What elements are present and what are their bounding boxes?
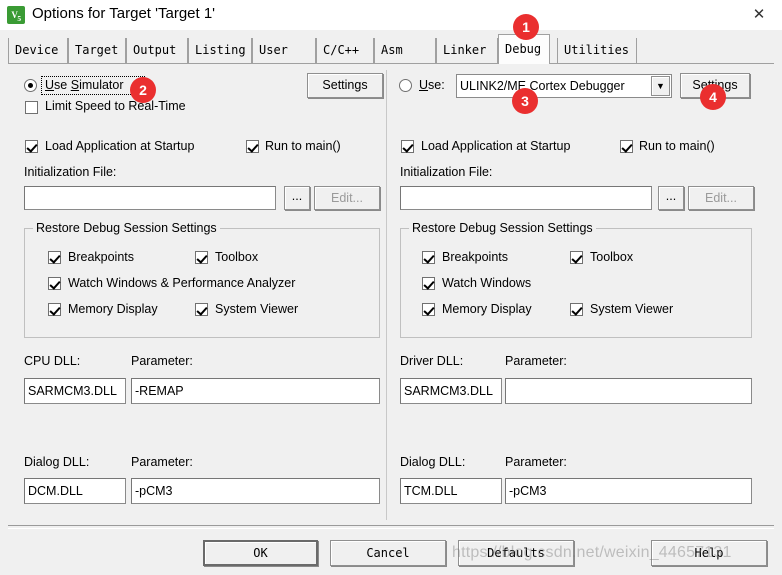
right-run-to-main-checkbox[interactable] — [620, 140, 633, 153]
title-bar: V5 Options for Target 'Target 1' ✕ — [0, 0, 782, 31]
left-dialog-param-label: Parameter: — [131, 455, 193, 469]
panel-divider — [386, 70, 387, 520]
cpu-param-label: Parameter: — [131, 354, 193, 368]
right-dialog-param-label: Parameter: — [505, 455, 567, 469]
left-dialog-dll-label: Dialog DLL: — [24, 455, 90, 469]
cpu-param-input[interactable]: -REMAP — [131, 378, 380, 404]
annotation-badge-4: 4 — [700, 84, 726, 110]
right-restore-system-viewer-label: System Viewer — [590, 302, 674, 316]
tab-device[interactable]: Device — [8, 38, 68, 63]
tab-utilities[interactable]: Utilities — [557, 38, 637, 63]
right-restore-watch-windows-label: Watch Windows — [442, 276, 532, 290]
right-load-app-label: Load Application at Startup — [421, 139, 571, 153]
annotation-badge-2: 2 — [130, 77, 156, 103]
right-load-app-checkbox[interactable] — [401, 140, 414, 153]
left-load-app-checkbox[interactable] — [25, 140, 38, 153]
watermark-text: https://blog.csdn.net/weixin_44657131 — [452, 544, 732, 561]
right-dialog-dll-input[interactable]: TCM.DLL — [400, 478, 502, 504]
chevron-down-icon[interactable]: ▼ — [651, 76, 670, 96]
limit-speed-label: Limit Speed to Real-Time — [45, 99, 186, 113]
left-restore-memory-display-label: Memory Display — [68, 302, 158, 316]
right-run-to-main-label: Run to main() — [639, 139, 715, 153]
right-restore-group-title: Restore Debug Session Settings — [409, 221, 596, 235]
left-run-to-main-label: Run to main() — [265, 139, 341, 153]
tab-listing[interactable]: Listing — [188, 38, 252, 63]
debugger-select[interactable]: ULINK2/ME Cortex Debugger — [456, 74, 672, 98]
left-restore-system-viewer-checkbox[interactable] — [195, 303, 208, 316]
driver-dll-label: Driver DLL: — [400, 354, 464, 368]
right-dialog-param-input[interactable]: -pCM3 — [505, 478, 752, 504]
tab-c-cpp[interactable]: C/C++ — [316, 38, 374, 63]
right-restore-memory-display-checkbox[interactable] — [422, 303, 435, 316]
use-debugger-label: Use: — [419, 78, 445, 92]
cpu-dll-input[interactable]: SARMCM3.DLL — [24, 378, 126, 404]
right-restore-breakpoints-checkbox[interactable] — [422, 251, 435, 264]
left-dialog-dll-input[interactable]: DCM.DLL — [24, 478, 126, 504]
left-edit-button[interactable]: Edit... — [314, 186, 380, 210]
left-restore-memory-display-checkbox[interactable] — [48, 303, 61, 316]
left-restore-toolbox-label: Toolbox — [215, 250, 259, 264]
tab-output[interactable]: Output — [126, 38, 188, 63]
driver-dll-input[interactable]: SARMCM3.DLL — [400, 378, 502, 404]
tab-user[interactable]: User — [252, 38, 316, 63]
use-debugger-radio[interactable] — [399, 79, 412, 92]
options-dialog: V5 Options for Target 'Target 1' ✕ Devic… — [0, 0, 782, 575]
right-restore-watch-windows-checkbox[interactable] — [422, 277, 435, 290]
ok-button[interactable]: OK — [203, 540, 318, 566]
right-browse-button[interactable]: ... — [658, 186, 684, 210]
left-restore-group-title: Restore Debug Session Settings — [33, 221, 220, 235]
tab-linker[interactable]: Linker — [436, 38, 498, 63]
left-restore-breakpoints-label: Breakpoints — [68, 250, 135, 264]
left-restore-watch-windows-label: Watch Windows & Performance Analyzer — [68, 276, 296, 290]
uvision-logo-icon: V5 — [7, 6, 25, 24]
right-init-file-label: Initialization File: — [400, 165, 493, 179]
left-restore-breakpoints-checkbox[interactable] — [48, 251, 61, 264]
right-restore-memory-display-label: Memory Display — [442, 302, 532, 316]
left-init-file-input[interactable] — [24, 186, 276, 210]
left-browse-button[interactable]: ... — [284, 186, 310, 210]
right-restore-breakpoints-label: Breakpoints — [442, 250, 509, 264]
tab-target[interactable]: Target — [68, 38, 126, 63]
left-restore-system-viewer-label: System Viewer — [215, 302, 299, 316]
annotation-badge-3: 3 — [512, 88, 538, 114]
left-run-to-main-checkbox[interactable] — [246, 140, 259, 153]
right-init-file-input[interactable] — [400, 186, 652, 210]
right-dialog-dll-label: Dialog DLL: — [400, 455, 466, 469]
left-load-app-label: Load Application at Startup — [45, 139, 195, 153]
driver-param-input[interactable] — [505, 378, 752, 404]
cancel-button[interactable]: Cancel — [330, 540, 446, 566]
annotation-badge-1: 1 — [513, 14, 539, 40]
close-icon[interactable]: ✕ — [736, 0, 782, 30]
left-dialog-param-input[interactable]: -pCM3 — [131, 478, 380, 504]
limit-speed-checkbox[interactable] — [25, 101, 38, 114]
right-restore-toolbox-checkbox[interactable] — [570, 251, 583, 264]
left-restore-watch-windows-checkbox[interactable] — [48, 277, 61, 290]
left-init-file-label: Initialization File: — [24, 165, 117, 179]
use-simulator-radio[interactable] — [24, 79, 37, 92]
cpu-dll-label: CPU DLL: — [24, 354, 81, 368]
right-restore-toolbox-label: Toolbox — [590, 250, 634, 264]
window-title: Options for Target 'Target 1' — [32, 5, 216, 22]
footer-divider — [8, 525, 774, 529]
driver-param-label: Parameter: — [505, 354, 567, 368]
right-edit-button[interactable]: Edit... — [688, 186, 754, 210]
tab-strip: Device Target Output Listing User C/C++ … — [0, 30, 782, 64]
right-restore-system-viewer-checkbox[interactable] — [570, 303, 583, 316]
use-simulator-label: Use Simulator — [45, 78, 124, 92]
tab-asm[interactable]: Asm — [374, 38, 436, 63]
simulator-settings-button[interactable]: Settings — [307, 73, 383, 98]
left-restore-toolbox-checkbox[interactable] — [195, 251, 208, 264]
